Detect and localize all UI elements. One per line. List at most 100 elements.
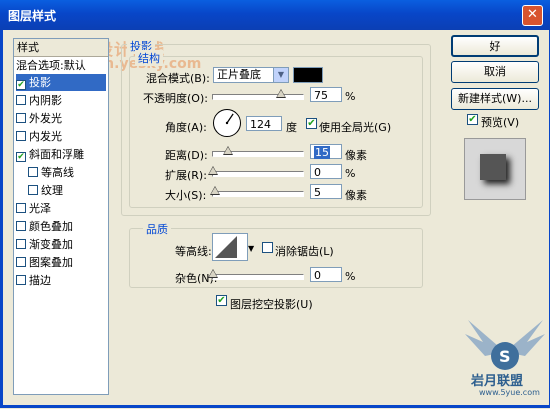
style-item-label: 内阴影 [29, 94, 62, 107]
spread-unit: % [345, 167, 356, 180]
style-list-item[interactable]: ✔ 斜面和浮雕 [16, 146, 106, 163]
styles-header[interactable]: 样式 [14, 39, 108, 57]
structure-title: 结构 [135, 50, 163, 66]
style-checkbox[interactable] [16, 257, 26, 267]
style-item-label: 描边 [29, 274, 51, 287]
style-list-item[interactable]: ✔ 投影 [16, 74, 106, 91]
style-checkbox[interactable] [16, 203, 26, 213]
angle-dial[interactable] [213, 109, 241, 137]
size-unit: 像素 [345, 189, 367, 202]
contour-curve-icon [215, 236, 237, 258]
style-checkbox[interactable] [28, 167, 38, 177]
window-title: 图层样式 [8, 9, 57, 23]
opacity-unit: % [345, 90, 356, 103]
brand-name: 岩月联盟 [471, 374, 524, 389]
style-list-item[interactable]: 图案叠加 [16, 254, 106, 271]
angle-input[interactable]: 124 [246, 116, 282, 131]
size-input[interactable]: 5 [310, 184, 342, 199]
style-preview-thumbnail [464, 138, 526, 200]
style-checkbox[interactable] [16, 113, 26, 123]
style-item-label: 图案叠加 [29, 256, 73, 269]
shadow-color-swatch[interactable] [293, 67, 323, 83]
angle-needle-icon [225, 113, 234, 125]
title-bar: 图层样式 ✕ [0, 0, 550, 30]
distance-slider-thumb[interactable] [223, 146, 233, 155]
style-checkbox[interactable]: ✔ [16, 80, 26, 90]
style-checkbox[interactable] [16, 221, 26, 231]
noise-input[interactable]: 0 [310, 267, 342, 282]
style-list-item[interactable]: 纹理 [28, 182, 106, 199]
style-list-item[interactable]: 内阴影 [16, 92, 106, 109]
opacity-slider[interactable] [212, 89, 304, 100]
blend-mode-value: 正片叠底 [217, 68, 261, 81]
style-item-label: 投影 [29, 76, 51, 89]
global-light-checkbox[interactable]: ✔ [306, 118, 317, 129]
style-list-item[interactable]: 渐变叠加 [16, 236, 106, 253]
angle-label: 角度(A): [165, 121, 207, 134]
style-list-item[interactable]: 内发光 [16, 128, 106, 145]
preview-label: 预览(V) [481, 116, 520, 129]
brand-logo: S 岩月联盟 www.5yue.com [463, 312, 547, 400]
style-checkbox[interactable]: ✔ [16, 152, 26, 162]
style-list-item[interactable]: 光泽 [16, 200, 106, 217]
new-style-button[interactable]: 新建样式(W)... [451, 88, 539, 110]
cancel-button[interactable]: 取消 [451, 61, 539, 83]
style-checkbox[interactable] [16, 239, 26, 249]
style-item-label: 光泽 [29, 202, 51, 215]
check-icon: ✔ [468, 114, 477, 125]
spread-slider[interactable] [208, 166, 304, 177]
distance-input[interactable]: 15 [310, 144, 342, 159]
size-slider[interactable] [210, 186, 304, 197]
style-item-label: 混合选项:默认 [16, 59, 86, 72]
style-checkbox[interactable] [16, 131, 26, 141]
check-icon: ✔ [217, 295, 226, 306]
angle-unit: 度 [286, 121, 297, 134]
contour-picker[interactable] [212, 233, 248, 261]
style-checkbox[interactable] [16, 275, 26, 285]
style-checkbox[interactable] [16, 95, 26, 105]
style-list-item[interactable]: 混合选项:默认 [16, 57, 106, 74]
style-item-label: 斜面和浮雕 [29, 148, 84, 161]
spread-input[interactable]: 0 [310, 164, 342, 179]
antialias-checkbox[interactable] [262, 242, 273, 253]
style-checkbox[interactable] [28, 185, 38, 195]
opacity-label: 不透明度(O): [143, 92, 208, 105]
knockout-checkbox[interactable]: ✔ [216, 295, 227, 306]
style-item-label: 外发光 [29, 112, 62, 125]
blend-mode-select[interactable]: 正片叠底 ▼ [213, 67, 289, 83]
noise-slider-thumb[interactable] [208, 269, 218, 278]
noise-unit: % [345, 270, 356, 283]
style-list-item[interactable]: 颜色叠加 [16, 218, 106, 235]
style-list-item[interactable]: 外发光 [16, 110, 106, 127]
brand-url: www.5yue.com [479, 388, 540, 397]
distance-slider[interactable] [212, 146, 304, 157]
distance-unit: 像素 [345, 149, 367, 162]
style-item-label: 等高线 [41, 166, 74, 179]
size-slider-thumb[interactable] [210, 186, 220, 195]
close-icon[interactable]: ✕ [522, 5, 543, 26]
blend-mode-label: 混合模式(B): [146, 72, 210, 85]
style-item-label: 内发光 [29, 130, 62, 143]
spread-label: 扩展(R): [165, 169, 207, 182]
antialias-label: 消除锯齿(L) [275, 245, 334, 258]
opacity-slider-thumb[interactable] [275, 89, 286, 98]
dialog-body: 天极设计在线 sign.yesky.com 样式 混合选项:默认✔投影内阴影外发… [0, 30, 550, 408]
distance-value: 15 [314, 146, 330, 159]
size-label: 大小(S): [165, 189, 207, 202]
chevron-down-icon: ▼ [273, 68, 288, 82]
opacity-input[interactable]: 75 [310, 87, 342, 102]
ok-button[interactable]: 好 [451, 35, 539, 57]
style-item-label: 颜色叠加 [29, 220, 73, 233]
style-list-item[interactable]: 描边 [16, 272, 106, 289]
noise-slider[interactable] [208, 269, 304, 280]
style-item-label: 纹理 [41, 184, 63, 197]
styles-list: 样式 混合选项:默认 ✔ 投影 内阴影 外发光 内发光 ✔ 斜面和浮雕 等高线 纹理 光泽 颜色叠加渐… [13, 38, 109, 395]
check-icon: ✔ [307, 118, 316, 129]
style-list-item[interactable]: 等高线 [28, 164, 106, 181]
quality-title: 品质 [143, 221, 171, 237]
preview-checkbox[interactable]: ✔ [467, 114, 478, 125]
contour-label: 等高线: [175, 245, 212, 258]
distance-label: 距离(D): [165, 149, 208, 162]
spread-slider-thumb[interactable] [208, 166, 218, 175]
chevron-down-icon[interactable]: ▼ [248, 244, 254, 253]
